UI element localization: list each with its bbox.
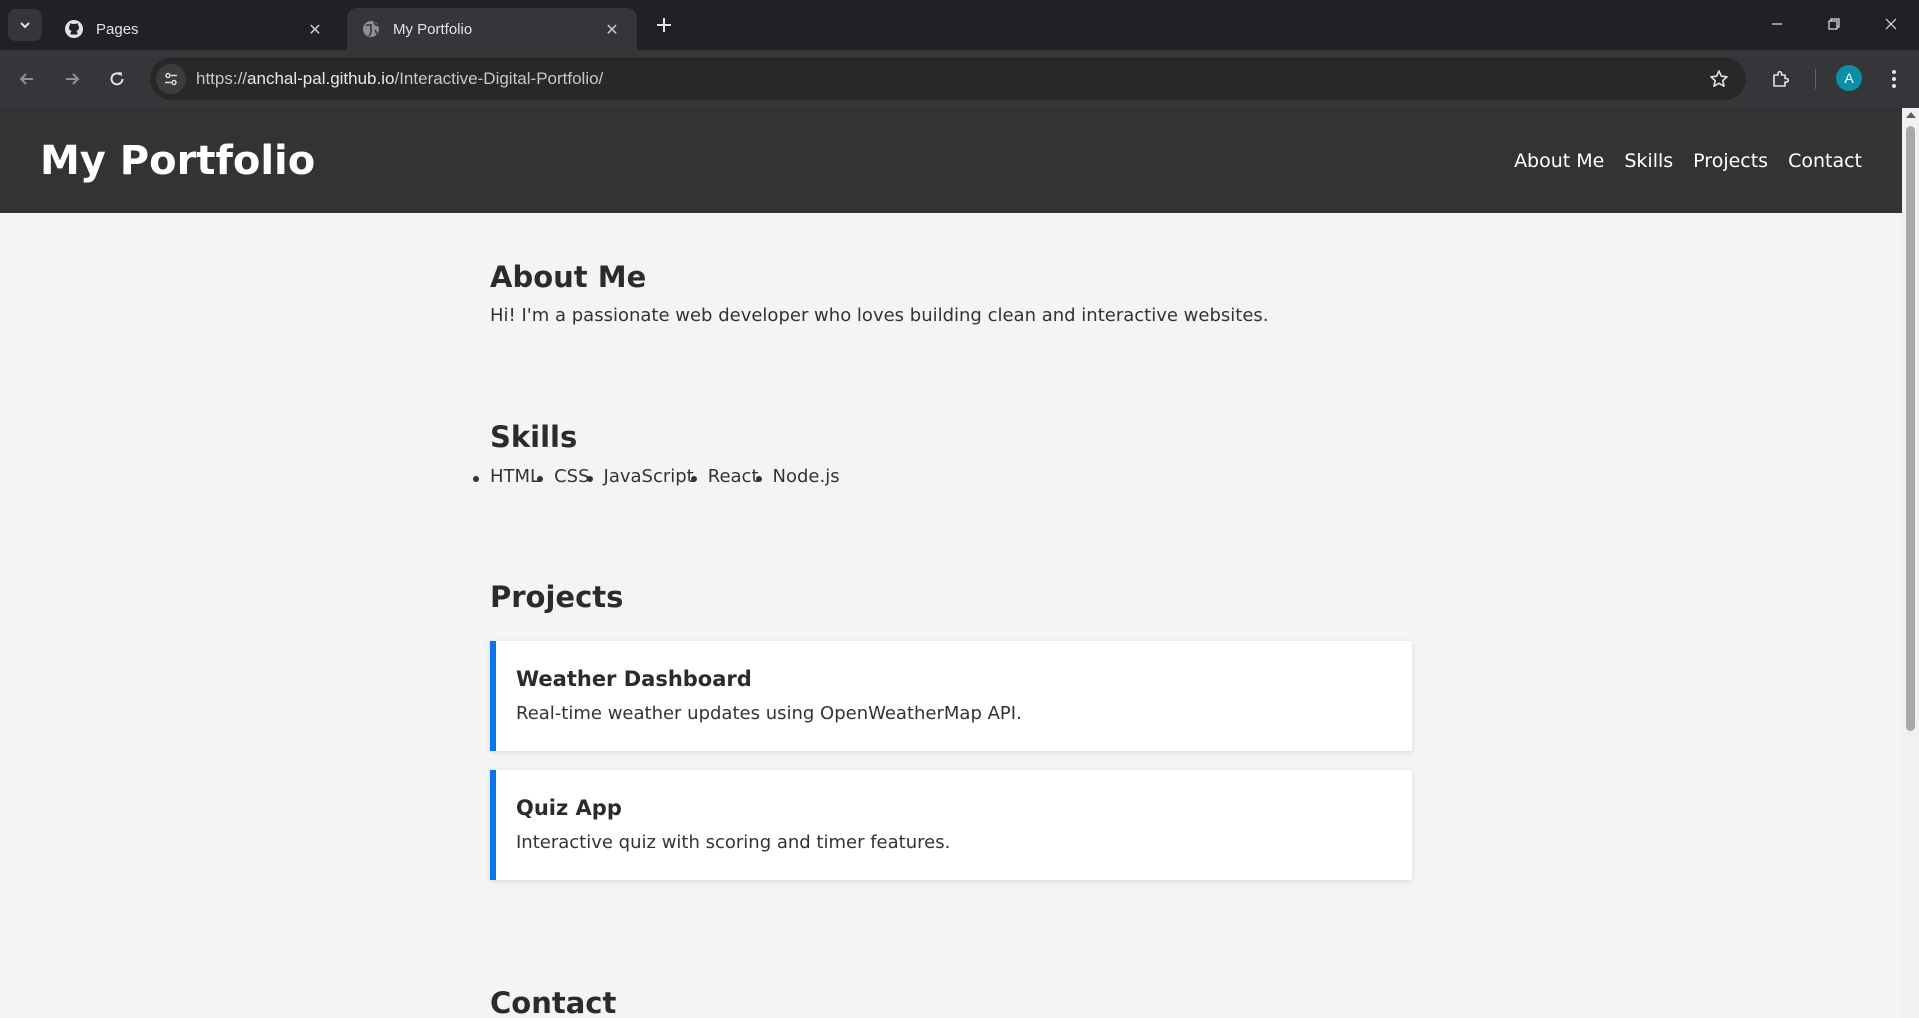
- page-scrollbar[interactable]: [1902, 108, 1919, 1018]
- chevron-down-icon: [20, 22, 30, 29]
- minimize-icon: [1772, 23, 1782, 25]
- arrow-left-icon: [19, 73, 33, 85]
- tab-strip: Pages ✕ My Portfolio ✕: [0, 0, 1919, 50]
- scroll-thumb[interactable]: [1906, 126, 1915, 731]
- arrow-right-icon: [66, 73, 80, 85]
- scroll-up-arrow-icon[interactable]: [1906, 112, 1916, 118]
- project-title: Quiz App: [516, 796, 622, 820]
- skill-item: CSS: [536, 466, 590, 487]
- reload-button[interactable]: [100, 62, 134, 96]
- url-path: /Interactive-Digital-Portfolio/: [394, 69, 604, 88]
- restore-button[interactable]: [1811, 6, 1857, 42]
- address-bar[interactable]: https://anchal-pal.github.io/Interactive…: [150, 58, 1746, 100]
- restore-icon: [1828, 18, 1840, 30]
- menu-button[interactable]: [1877, 62, 1911, 96]
- skills-heading: Skills: [490, 420, 578, 454]
- browser-toolbar: https://anchal-pal.github.io/Interactive…: [0, 50, 1919, 108]
- url-text[interactable]: https://anchal-pal.github.io/Interactive…: [196, 69, 603, 89]
- page-viewport: My Portfolio About Me Skills Projects Co…: [0, 108, 1919, 1018]
- skill-item: HTML: [472, 466, 541, 487]
- puzzle-icon: [1773, 70, 1790, 87]
- more-vert-icon: [1892, 70, 1896, 88]
- site-nav: About Me Skills Projects Contact: [1514, 150, 1862, 172]
- tab-title: My Portfolio: [393, 20, 473, 38]
- globe-icon: [361, 19, 381, 39]
- reload-icon: [110, 72, 124, 86]
- skill-item: Node.js: [755, 466, 840, 487]
- tab-my-portfolio[interactable]: My Portfolio ✕: [347, 8, 637, 50]
- project-card-weather: Weather Dashboard Real-time weather upda…: [490, 641, 1412, 751]
- nav-link-projects[interactable]: Projects: [1693, 150, 1768, 172]
- tab-title: Pages: [96, 20, 139, 38]
- plus-icon: [657, 18, 671, 32]
- close-window-button[interactable]: [1868, 6, 1914, 42]
- project-desc: Real-time weather updates using OpenWeat…: [516, 703, 1022, 724]
- close-icon: [1885, 18, 1897, 30]
- skill-item: React: [690, 466, 759, 487]
- star-icon: [1710, 70, 1728, 87]
- project-desc: Interactive quiz with scoring and timer …: [516, 832, 951, 853]
- projects-heading: Projects: [490, 580, 624, 614]
- github-icon: [64, 19, 84, 39]
- skill-item: JavaScript: [586, 466, 694, 487]
- extensions-button[interactable]: [1764, 62, 1798, 96]
- url-scheme: https://: [196, 69, 248, 88]
- profile-avatar[interactable]: A: [1836, 65, 1862, 91]
- back-button[interactable]: [10, 62, 44, 96]
- nav-link-about[interactable]: About Me: [1514, 150, 1604, 172]
- nav-link-skills[interactable]: Skills: [1624, 150, 1673, 172]
- project-title: Weather Dashboard: [516, 667, 752, 691]
- toolbar-separator: [1815, 69, 1816, 89]
- about-heading: About Me: [490, 260, 647, 294]
- bookmark-star-button[interactable]: [1708, 68, 1730, 90]
- tab-search-button[interactable]: [8, 9, 42, 41]
- nav-link-contact[interactable]: Contact: [1788, 150, 1862, 172]
- contact-heading: Contact: [490, 986, 617, 1018]
- close-icon[interactable]: ✕: [304, 18, 326, 40]
- close-icon[interactable]: ✕: [601, 18, 623, 40]
- skills-list: HTML CSS JavaScript React Node.js: [472, 466, 854, 487]
- tune-icon: [165, 72, 177, 86]
- forward-button[interactable]: [55, 62, 89, 96]
- minimize-button[interactable]: [1754, 6, 1800, 42]
- url-host: anchal-pal.github.io: [247, 69, 395, 88]
- tab-pages[interactable]: Pages ✕: [50, 8, 340, 50]
- project-card-quiz: Quiz App Interactive quiz with scoring a…: [490, 770, 1412, 880]
- site-header: My Portfolio About Me Skills Projects Co…: [0, 108, 1902, 213]
- about-text: Hi! I'm a passionate web developer who l…: [490, 305, 1269, 326]
- new-tab-button[interactable]: [651, 12, 677, 38]
- site-info-button[interactable]: [156, 64, 186, 94]
- site-title: My Portfolio: [40, 138, 316, 184]
